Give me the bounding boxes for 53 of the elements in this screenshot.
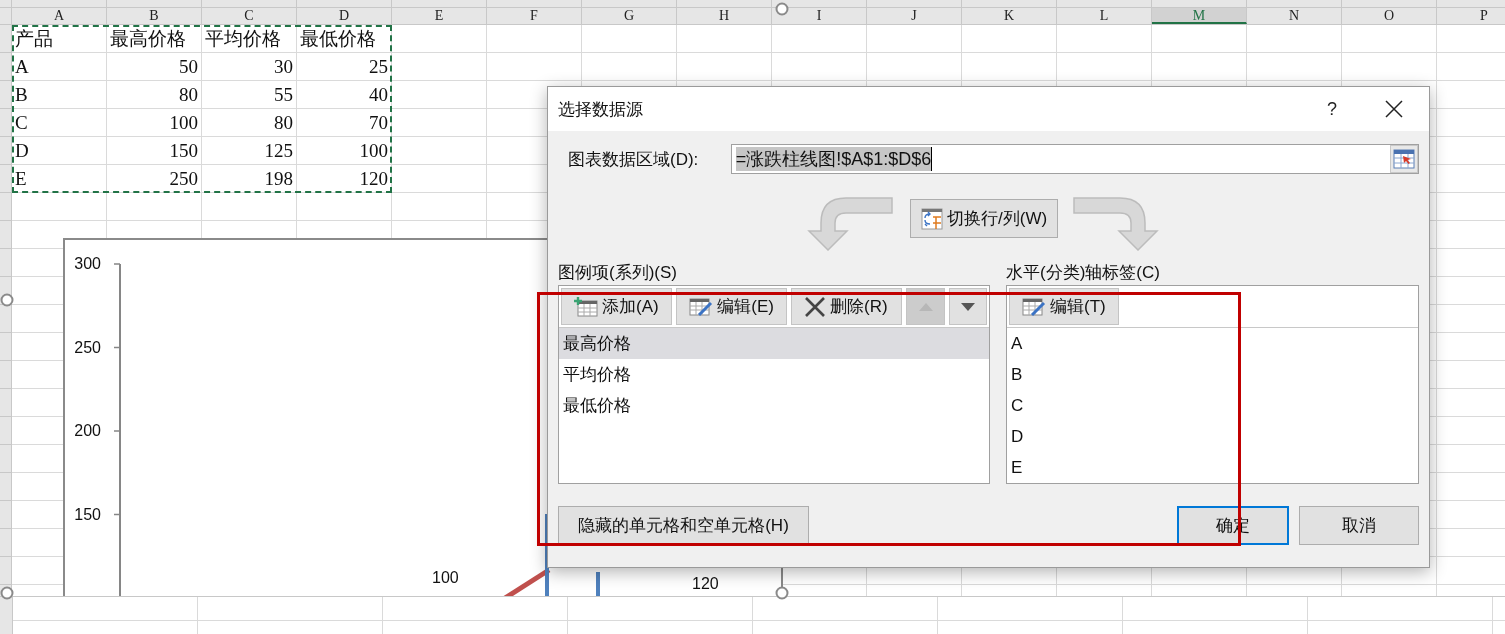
switch-row-column-button[interactable]: 切换行/列(W) <box>910 199 1059 238</box>
curved-arrow-icon <box>1072 197 1161 251</box>
resize-handle[interactable] <box>0 293 14 307</box>
column-header[interactable]: N <box>1288 8 1300 23</box>
column-header[interactable]: G <box>623 8 635 23</box>
column-header[interactable]: M <box>1192 8 1206 23</box>
column-header[interactable]: O <box>1383 8 1395 23</box>
range-select-button[interactable] <box>1390 145 1418 173</box>
column-header[interactable]: A <box>53 8 65 23</box>
axis-label: 150 <box>73 504 101 525</box>
list-item: E <box>1010 457 1024 479</box>
data-label: 120 <box>692 574 719 594</box>
column-header[interactable]: H <box>718 8 730 23</box>
list-item[interactable]: 最高价格 <box>559 328 989 359</box>
switch-table-icon <box>921 207 943 230</box>
hidden-cells-button[interactable]: 隐藏的单元格和空单元格(H) <box>558 506 809 545</box>
column-header[interactable]: P <box>1480 8 1488 23</box>
data-label: 100 <box>432 568 459 588</box>
axis-label: 250 <box>73 337 101 358</box>
resize-handle[interactable] <box>0 586 14 600</box>
field-label: 图表数据区域(D): <box>567 148 700 171</box>
column-header[interactable]: C <box>244 8 254 23</box>
column-header[interactable]: J <box>911 8 917 23</box>
help-button[interactable]: ? <box>1309 87 1355 131</box>
delete-icon <box>804 295 827 318</box>
column-header[interactable]: K <box>1003 8 1015 23</box>
column-header[interactable]: I <box>816 8 822 23</box>
curved-arrow-icon <box>806 197 894 251</box>
table-pencil-icon <box>689 296 714 317</box>
table-pencil-icon <box>1022 296 1046 317</box>
close-icon <box>1385 100 1403 118</box>
resize-handle[interactable] <box>775 2 789 16</box>
column-header[interactable]: L <box>1099 8 1109 23</box>
table-add-icon <box>574 296 598 317</box>
axis-label: 200 <box>73 421 101 441</box>
bar <box>596 572 600 596</box>
column-header[interactable]: F <box>530 8 538 23</box>
column-header[interactable]: D <box>338 8 350 23</box>
dialog-title: 选择数据源 <box>558 98 643 121</box>
list-item: A <box>1010 333 1024 355</box>
panel-label: 图例项(系列)(S) <box>558 262 678 284</box>
panel-label: 水平(分类)轴标签(C) <box>1006 262 1161 284</box>
list-item: B <box>1010 364 1024 386</box>
range-field[interactable]: =涨跌柱线图!$A$1:$D$6 <box>730 144 1419 174</box>
cancel-button[interactable]: 取消 <box>1299 506 1419 545</box>
list-item: C <box>1010 395 1025 417</box>
down-triangle-icon <box>960 302 975 311</box>
table-pointer-icon <box>1393 149 1415 169</box>
column-header[interactable]: B <box>149 8 159 23</box>
resize-handle[interactable] <box>775 586 789 600</box>
axis-label: 300 <box>73 254 101 274</box>
list-item: D <box>1010 426 1025 448</box>
column-header[interactable]: E <box>434 8 444 23</box>
